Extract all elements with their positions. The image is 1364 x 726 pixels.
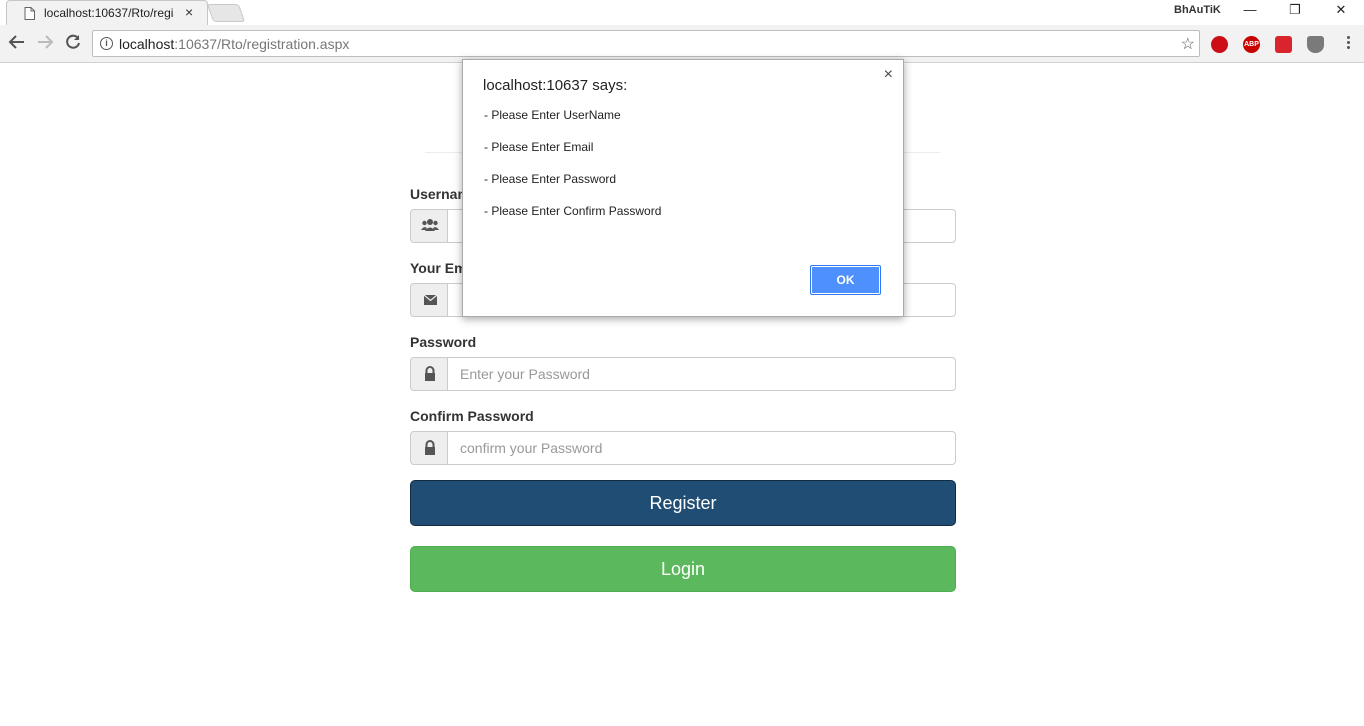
reload-icon xyxy=(66,34,80,49)
info-icon[interactable]: i xyxy=(100,37,113,50)
adblock-icon[interactable]: ABP xyxy=(1243,36,1260,53)
forward-arrow-icon xyxy=(38,35,54,49)
password-input[interactable] xyxy=(447,357,956,391)
dialog-message: - Please Enter UserName xyxy=(484,108,621,122)
page-icon xyxy=(24,7,35,20)
users-icon xyxy=(421,219,439,231)
dialog-message: - Please Enter Password xyxy=(484,172,617,186)
password-addon xyxy=(410,357,448,391)
dialog-title: localhost:10637 says: xyxy=(483,77,628,94)
dialog-message: - Please Enter Confirm Password xyxy=(484,204,662,218)
shield-icon[interactable] xyxy=(1307,36,1324,53)
confirm-password-label: Confirm Password xyxy=(410,408,534,424)
new-tab-button[interactable] xyxy=(206,4,246,22)
browser-toolbar: i localhost:10637/Rto/registration.aspx … xyxy=(0,25,1364,63)
close-icon[interactable]: × xyxy=(884,66,893,84)
back-button[interactable] xyxy=(6,33,28,55)
browser-tab[interactable]: localhost:10637/Rto/registration.aspx × xyxy=(6,0,208,26)
confirm-password-addon xyxy=(410,431,448,465)
bookmark-star-icon[interactable]: ☆ xyxy=(1181,34,1195,54)
password-label: Password xyxy=(410,334,477,350)
menu-dots-icon[interactable] xyxy=(1345,34,1351,52)
login-button[interactable]: Login xyxy=(410,546,956,592)
tab-close-button[interactable]: × xyxy=(185,4,193,20)
envelope-icon xyxy=(423,294,438,305)
tab-strip: localhost:10637/Rto/registration.aspx × … xyxy=(0,0,1364,26)
confirm-password-input[interactable] xyxy=(447,431,956,465)
minimize-button[interactable]: — xyxy=(1240,2,1260,22)
username-addon xyxy=(410,209,448,243)
username-label: Usernam xyxy=(410,186,470,202)
restore-button[interactable]: ❐ xyxy=(1285,2,1305,22)
close-window-button[interactable]: ✕ xyxy=(1331,2,1351,22)
profile-name[interactable]: BhAuTiK xyxy=(1174,4,1221,16)
email-addon xyxy=(410,283,448,317)
forward-button[interactable] xyxy=(34,33,56,55)
back-arrow-icon xyxy=(8,35,24,49)
email-label: Your Em xyxy=(410,260,467,276)
confirm-password-group xyxy=(410,431,956,465)
address-bar[interactable]: i localhost:10637/Rto/registration.aspx … xyxy=(92,30,1200,57)
alert-dialog: localhost:10637 says: × - Please Enter U… xyxy=(462,59,904,317)
dialog-message: - Please Enter Email xyxy=(484,140,594,154)
reload-button[interactable] xyxy=(62,33,84,55)
lock-icon xyxy=(425,440,435,455)
tab-title: localhost:10637/Rto/registration.aspx xyxy=(44,6,174,20)
opera-icon[interactable] xyxy=(1211,36,1228,53)
register-button[interactable]: Register xyxy=(410,480,956,526)
password-group xyxy=(410,357,956,391)
media-icon[interactable] xyxy=(1275,36,1292,53)
lock-icon xyxy=(425,366,435,381)
url-text[interactable]: localhost:10637/Rto/registration.aspx xyxy=(119,36,349,52)
ok-button[interactable]: OK xyxy=(810,265,881,295)
